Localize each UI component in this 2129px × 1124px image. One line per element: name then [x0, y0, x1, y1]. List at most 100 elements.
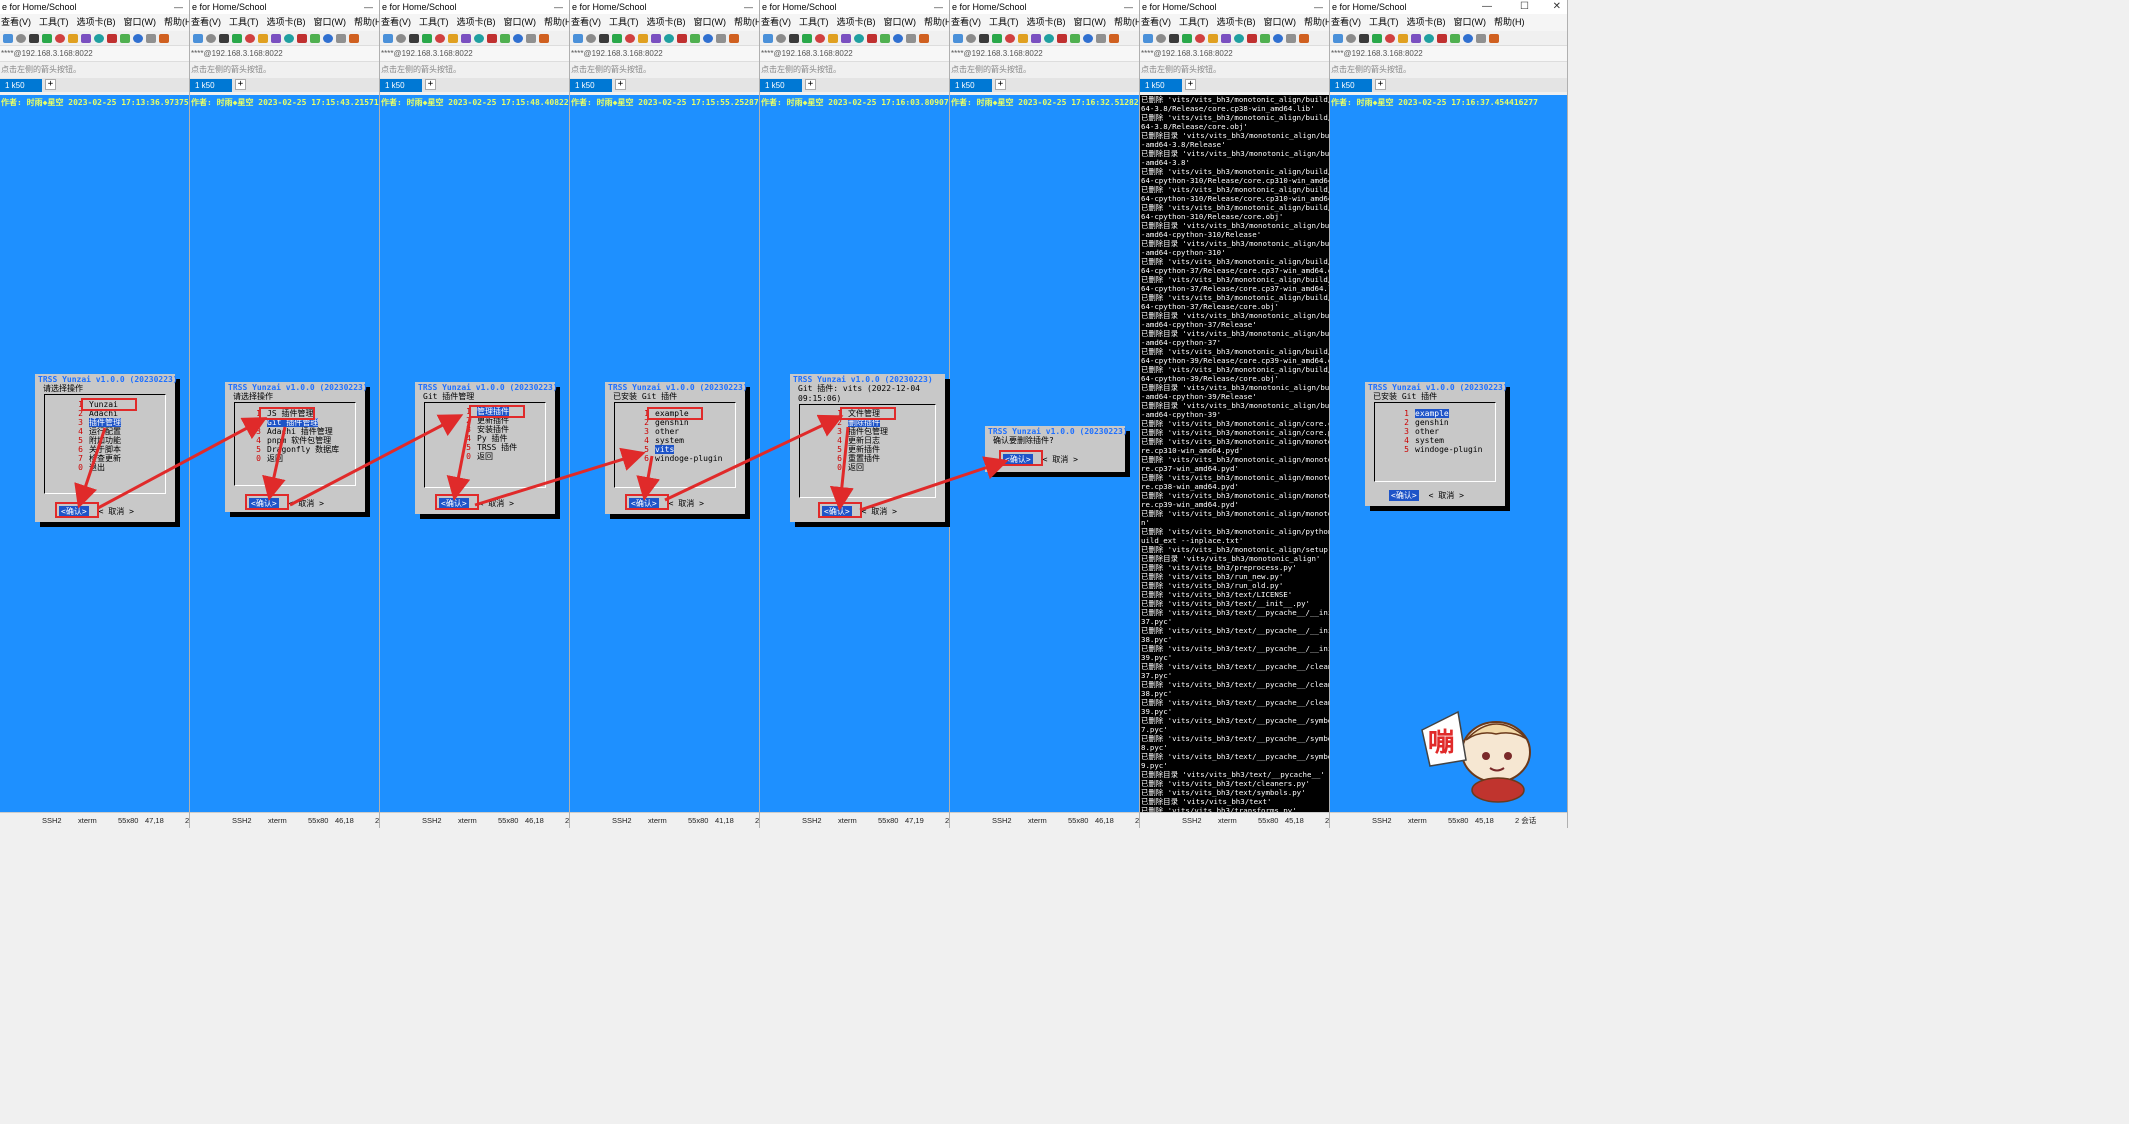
toolbar-button-icon[interactable]: [409, 33, 419, 43]
tab-k50[interactable]: 1 k50: [1330, 79, 1372, 92]
cancel-button[interactable]: < 取消 >: [289, 498, 324, 509]
toolbar-button-icon[interactable]: [539, 33, 549, 43]
menu-item[interactable]: 查看(V): [571, 17, 601, 27]
minimize-button[interactable]: —: [174, 0, 183, 14]
cancel-button[interactable]: < 取消 >: [862, 506, 897, 517]
menu-option[interactable]: 5 windoge-plugin: [1393, 445, 1482, 454]
new-tab-button[interactable]: +: [615, 79, 626, 90]
menu-item[interactable]: 工具(T): [989, 17, 1019, 27]
menu-item[interactable]: 窗口(W): [694, 17, 727, 27]
menu-item[interactable]: 选项卡(B): [1027, 17, 1066, 27]
toolbar-button-icon[interactable]: [1083, 33, 1093, 43]
terminal-area[interactable]: 已删除 'vits/vits_bh3/monotonic_align/build…: [1140, 95, 1329, 812]
menu-option[interactable]: 4 运行配置: [67, 427, 121, 436]
confirm-button[interactable]: <确认>: [1389, 490, 1419, 501]
new-tab-button[interactable]: +: [805, 79, 816, 90]
tab-k50[interactable]: 1 k50: [1140, 79, 1182, 92]
menu-item[interactable]: 工具(T): [39, 17, 69, 27]
toolbar-button-icon[interactable]: [1385, 33, 1395, 43]
menu-item[interactable]: 选项卡(B): [1407, 17, 1446, 27]
toolbar-button-icon[interactable]: [1221, 33, 1231, 43]
toolbar-button-icon[interactable]: [763, 33, 773, 43]
minimize-button[interactable]: —: [554, 0, 563, 14]
toolbar-button-icon[interactable]: [1169, 33, 1179, 43]
menu-option[interactable]: 3 other: [1393, 427, 1439, 436]
tab-k50[interactable]: 1 k50: [950, 79, 992, 92]
toolbar-button-icon[interactable]: [716, 33, 726, 43]
toolbar-button-icon[interactable]: [1398, 33, 1408, 43]
toolbar-button-icon[interactable]: [1005, 33, 1015, 43]
menu-item[interactable]: 工具(T): [799, 17, 829, 27]
menu-option[interactable]: 3 other: [633, 427, 679, 436]
toolbar-button-icon[interactable]: [81, 33, 91, 43]
toolbar-button-icon[interactable]: [789, 33, 799, 43]
menu-option[interactable]: 3 插件包管理: [826, 427, 888, 436]
toolbar-button-icon[interactable]: [677, 33, 687, 43]
toolbar-button-icon[interactable]: [1476, 33, 1486, 43]
cancel-button[interactable]: < 取消 >: [479, 498, 514, 509]
toolbar-button-icon[interactable]: [1208, 33, 1218, 43]
toolbar-button-icon[interactable]: [1489, 33, 1499, 43]
menu-option[interactable]: 4 Py 插件: [455, 434, 507, 443]
toolbar-button-icon[interactable]: [396, 33, 406, 43]
toolbar-button-icon[interactable]: [448, 33, 458, 43]
toolbar-button-icon[interactable]: [919, 33, 929, 43]
toolbar-button-icon[interactable]: [513, 33, 523, 43]
menu-option[interactable]: 4 system: [1393, 436, 1444, 445]
minimize-button[interactable]: —: [1314, 0, 1323, 14]
toolbar-button-icon[interactable]: [638, 33, 648, 43]
menu-item[interactable]: 帮助(H): [544, 17, 569, 27]
toolbar-button-icon[interactable]: [474, 33, 484, 43]
new-tab-button[interactable]: +: [1185, 79, 1196, 90]
toolbar-button-icon[interactable]: [893, 33, 903, 43]
toolbar-button-icon[interactable]: [435, 33, 445, 43]
toolbar-button-icon[interactable]: [16, 33, 26, 43]
menu-option[interactable]: 0 退出: [67, 463, 105, 472]
menu-item[interactable]: 查看(V): [951, 17, 981, 27]
menu-item[interactable]: 选项卡(B): [267, 17, 306, 27]
menu-item[interactable]: 工具(T): [609, 17, 639, 27]
menu-option[interactable]: 0 返回: [245, 454, 283, 463]
menu-option[interactable]: 5 更新插件: [826, 445, 880, 454]
menu-option[interactable]: 6 重置插件: [826, 454, 880, 463]
toolbar-button-icon[interactable]: [120, 33, 130, 43]
toolbar-button-icon[interactable]: [336, 33, 346, 43]
toolbar-button-icon[interactable]: [1096, 33, 1106, 43]
menu-option[interactable]: 0 返回: [455, 452, 493, 461]
menu-option[interactable]: 3 Adachi 插件管理: [245, 427, 333, 436]
menu-item[interactable]: 窗口(W): [1264, 17, 1297, 27]
toolbar-button-icon[interactable]: [297, 33, 307, 43]
new-tab-button[interactable]: +: [235, 79, 246, 90]
toolbar-button-icon[interactable]: [625, 33, 635, 43]
cancel-button[interactable]: < 取消 >: [99, 506, 134, 517]
toolbar-button-icon[interactable]: [1143, 33, 1153, 43]
menu-item[interactable]: 查看(V): [1, 17, 31, 27]
toolbar-button-icon[interactable]: [1299, 33, 1309, 43]
toolbar-button-icon[interactable]: [815, 33, 825, 43]
toolbar-button-icon[interactable]: [68, 33, 78, 43]
toolbar-button-icon[interactable]: [271, 33, 281, 43]
menu-item[interactable]: 查看(V): [1331, 17, 1361, 27]
menu-item[interactable]: 帮助(H): [924, 17, 949, 27]
menu-option[interactable]: 7 检查更新: [67, 454, 121, 463]
toolbar-button-icon[interactable]: [854, 33, 864, 43]
toolbar-button-icon[interactable]: [979, 33, 989, 43]
toolbar-button-icon[interactable]: [1260, 33, 1270, 43]
toolbar-button-icon[interactable]: [1182, 33, 1192, 43]
menu-item[interactable]: 查看(V): [1141, 17, 1171, 27]
toolbar-button-icon[interactable]: [1411, 33, 1421, 43]
toolbar-button-icon[interactable]: [612, 33, 622, 43]
toolbar-button-icon[interactable]: [1031, 33, 1041, 43]
toolbar-button-icon[interactable]: [55, 33, 65, 43]
menu-item[interactable]: 查看(V): [381, 17, 411, 27]
toolbar-button-icon[interactable]: [1273, 33, 1283, 43]
toolbar-button-icon[interactable]: [94, 33, 104, 43]
menu-item[interactable]: 帮助(H): [1114, 17, 1139, 27]
toolbar-button-icon[interactable]: [245, 33, 255, 43]
toolbar-button-icon[interactable]: [461, 33, 471, 43]
toolbar-button-icon[interactable]: [193, 33, 203, 43]
toolbar-button-icon[interactable]: [206, 33, 216, 43]
toolbar-button-icon[interactable]: [1346, 33, 1356, 43]
toolbar-button-icon[interactable]: [1044, 33, 1054, 43]
tab-k50[interactable]: 1 k50: [0, 79, 42, 92]
